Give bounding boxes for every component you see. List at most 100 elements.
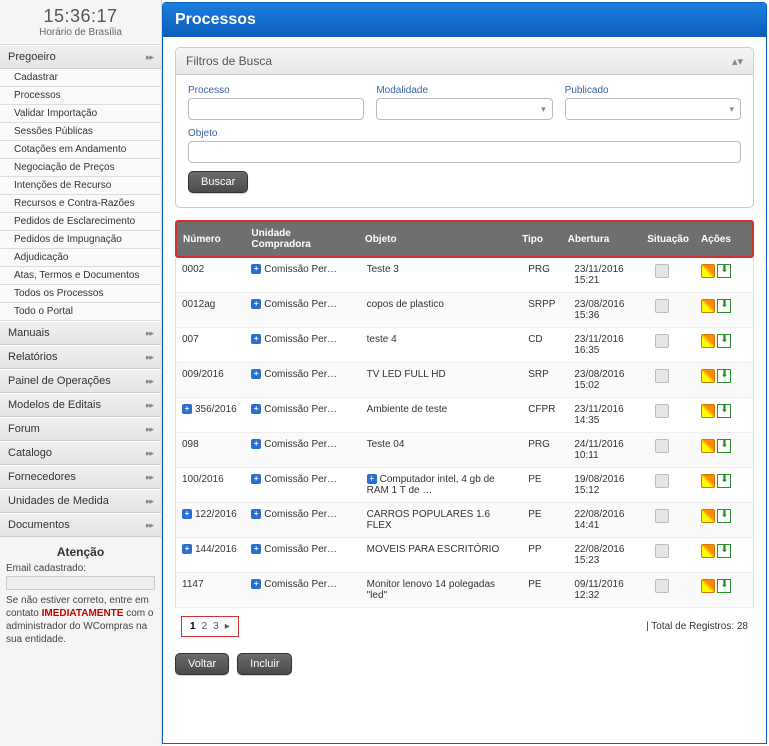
table-row[interactable]: +122/2016+Comissão Per…CARROS POPULARES … <box>176 503 753 538</box>
download-icon[interactable] <box>717 299 731 313</box>
accordion-section-relatórios[interactable]: Relatórios▸▸ <box>0 345 161 369</box>
submenu-item-10[interactable]: Adjudicação <box>0 249 161 267</box>
table-row[interactable]: 0002+Comissão Per…Teste 3PRG23/11/201615… <box>176 258 753 293</box>
edit-icon[interactable] <box>701 334 715 348</box>
expand-icon[interactable]: + <box>251 264 261 274</box>
expand-icon[interactable]: + <box>251 369 261 379</box>
table-row[interactable]: +144/2016+Comissão Per…MOVEIS PARA ESCRI… <box>176 538 753 573</box>
accordion-section-catalogo[interactable]: Catalogo▸▸ <box>0 441 161 465</box>
buscar-button[interactable]: Buscar <box>188 171 248 193</box>
edit-icon[interactable] <box>701 369 715 383</box>
expand-icon[interactable]: + <box>251 334 261 344</box>
total-records: | Total de Registros: 28 <box>646 621 748 632</box>
clock-label: Horário de Brasília <box>0 27 161 38</box>
chevron-double-icon: ▸▸ <box>146 328 153 339</box>
submenu-item-2[interactable]: Validar Importação <box>0 105 161 123</box>
download-icon[interactable] <box>717 404 731 418</box>
cell-numero: 1147 <box>176 573 245 608</box>
download-icon[interactable] <box>717 474 731 488</box>
process-table: NúmeroUnidade CompradoraObjetoTipoAbertu… <box>177 222 752 256</box>
expand-icon[interactable]: + <box>251 474 261 484</box>
main-panel: Processos Filtros de Busca ▴▾ Processo M <box>162 2 767 744</box>
cell-situacao <box>649 363 695 398</box>
expand-icon[interactable]: + <box>251 544 261 554</box>
edit-icon[interactable] <box>701 404 715 418</box>
accordion-section-painel-de-operações[interactable]: Painel de Operações▸▸ <box>0 369 161 393</box>
submenu-item-11[interactable]: Atas, Termos e Documentos <box>0 267 161 285</box>
submenu-item-7[interactable]: Recursos e Contra-Razões <box>0 195 161 213</box>
page-1[interactable]: 1 <box>190 621 196 632</box>
table-row[interactable]: 007+Comissão Per…teste 4CD23/11/201616:3… <box>176 328 753 363</box>
pager-row: 123 ▸ | Total de Registros: 28 <box>175 608 754 643</box>
accordion-section-unidades-de-medida[interactable]: Unidades de Medida▸▸ <box>0 489 161 513</box>
cell-tipo: PRG <box>522 258 568 293</box>
submenu-item-8[interactable]: Pedidos de Esclarecimento <box>0 213 161 231</box>
cell-objeto: Teste 3 <box>361 258 523 293</box>
submenu-item-12[interactable]: Todos os Processos <box>0 285 161 303</box>
voltar-button[interactable]: Voltar <box>175 653 229 675</box>
accordion-section-modelos-de-editais[interactable]: Modelos de Editais▸▸ <box>0 393 161 417</box>
edit-icon[interactable] <box>701 579 715 593</box>
cell-acoes <box>695 503 753 538</box>
cell-tipo: PE <box>522 468 568 503</box>
expand-icon[interactable]: + <box>367 474 377 484</box>
cell-situacao <box>649 293 695 328</box>
download-icon[interactable] <box>717 369 731 383</box>
submenu-item-4[interactable]: Cotações em Andamento <box>0 141 161 159</box>
publicado-select[interactable] <box>565 98 741 120</box>
download-icon[interactable] <box>717 509 731 523</box>
objeto-input[interactable] <box>188 141 741 163</box>
expand-icon[interactable]: + <box>251 404 261 414</box>
table-row[interactable]: 0012ag+Comissão Per…copos de plasticoSRP… <box>176 293 753 328</box>
expand-icon[interactable]: + <box>251 439 261 449</box>
expand-icon[interactable]: + <box>251 299 261 309</box>
submenu-pregoeiro: CadastrarProcessosValidar ImportaçãoSess… <box>0 69 161 321</box>
cell-numero: 100/2016 <box>176 468 245 503</box>
submenu-item-0[interactable]: Cadastrar <box>0 69 161 87</box>
submenu-item-5[interactable]: Negociação de Preços <box>0 159 161 177</box>
modalidade-select[interactable] <box>376 98 552 120</box>
processo-input[interactable] <box>188 98 364 120</box>
download-icon[interactable] <box>717 334 731 348</box>
download-icon[interactable] <box>717 544 731 558</box>
download-icon[interactable] <box>717 264 731 278</box>
edit-icon[interactable] <box>701 509 715 523</box>
accordion-section-documentos[interactable]: Documentos▸▸ <box>0 513 161 537</box>
download-icon[interactable] <box>717 439 731 453</box>
expand-icon[interactable]: + <box>182 544 192 554</box>
expand-icon[interactable]: + <box>182 509 192 519</box>
submenu-item-6[interactable]: Intenções de Recurso <box>0 177 161 195</box>
submenu-item-13[interactable]: Todo o Portal <box>0 303 161 321</box>
table-row[interactable]: 100/2016+Comissão Per…+Computador intel,… <box>176 468 753 503</box>
cell-situacao <box>649 538 695 573</box>
page-2[interactable]: 2 <box>202 621 208 632</box>
accordion-pregoeiro[interactable]: Pregoeiro ▸▸ <box>0 45 161 69</box>
incluir-button[interactable]: Incluir <box>237 653 292 675</box>
expand-icon[interactable]: + <box>182 404 192 414</box>
table-row[interactable]: 009/2016+Comissão Per…TV LED FULL HDSRP2… <box>176 363 753 398</box>
edit-icon[interactable] <box>701 299 715 313</box>
edit-icon[interactable] <box>701 544 715 558</box>
cell-objeto: Teste 04 <box>361 433 523 468</box>
submenu-item-3[interactable]: Sessões Públicas <box>0 123 161 141</box>
table-row[interactable]: 098+Comissão Per…Teste 04PRG24/11/201610… <box>176 433 753 468</box>
table-row[interactable]: +356/2016+Comissão Per…Ambiente de teste… <box>176 398 753 433</box>
expand-icon[interactable]: + <box>251 579 261 589</box>
cell-acoes <box>695 433 753 468</box>
edit-icon[interactable] <box>701 264 715 278</box>
submenu-item-1[interactable]: Processos <box>0 87 161 105</box>
filter-header[interactable]: Filtros de Busca ▴▾ <box>176 48 753 75</box>
expand-icon[interactable]: + <box>251 509 261 519</box>
accordion-section-forum[interactable]: Forum▸▸ <box>0 417 161 441</box>
page-next-icon[interactable]: ▸ <box>225 621 230 632</box>
download-icon[interactable] <box>717 579 731 593</box>
submenu-item-9[interactable]: Pedidos de Impugnação <box>0 231 161 249</box>
page-3[interactable]: 3 <box>213 621 219 632</box>
collapse-icon: ▴▾ <box>732 55 743 68</box>
edit-icon[interactable] <box>701 439 715 453</box>
table-row[interactable]: 1147+Comissão Per…Monitor lenovo 14 pole… <box>176 573 753 608</box>
accordion-section-manuais[interactable]: Manuais▸▸ <box>0 321 161 345</box>
accordion-section-fornecedores[interactable]: Fornecedores▸▸ <box>0 465 161 489</box>
processo-label: Processo <box>188 85 364 96</box>
edit-icon[interactable] <box>701 474 715 488</box>
